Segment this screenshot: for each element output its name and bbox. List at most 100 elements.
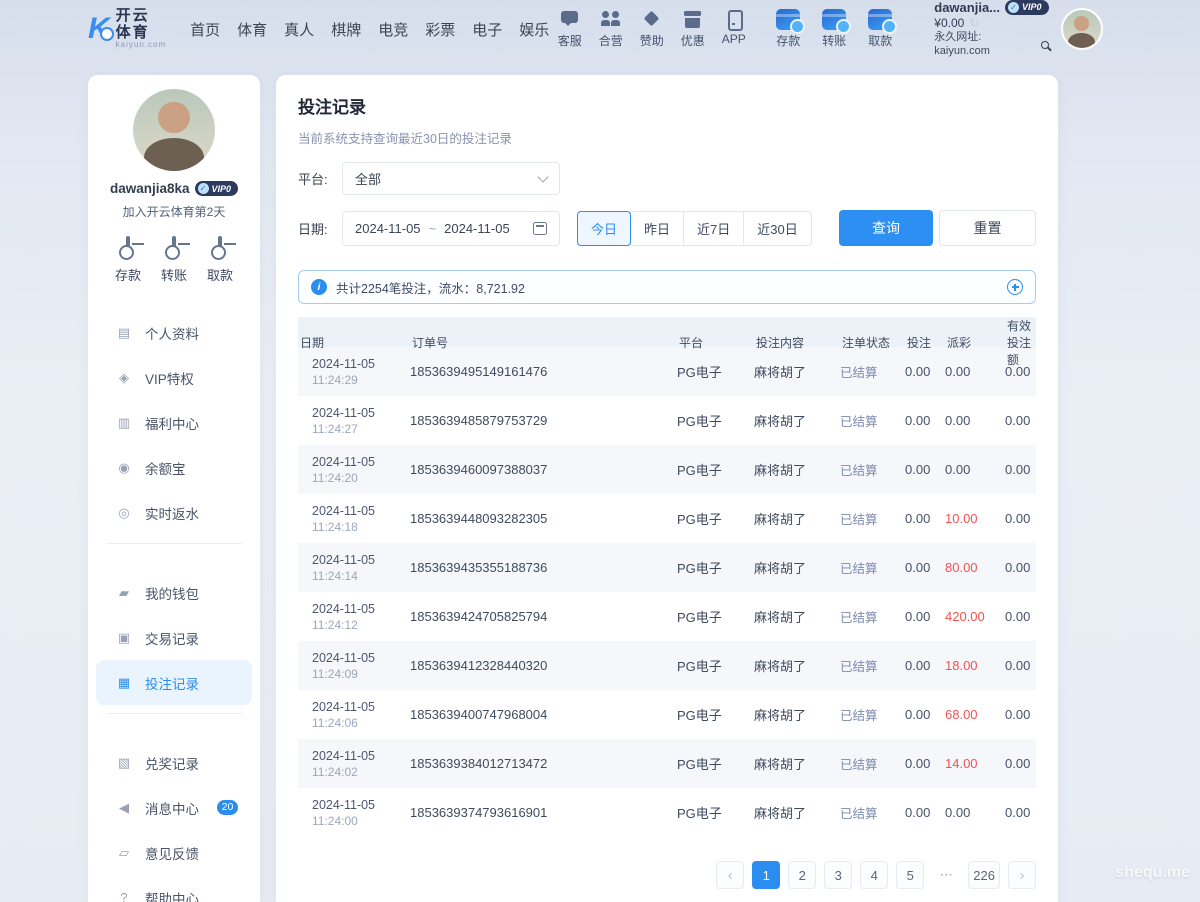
pagination-item[interactable]: 226 (968, 861, 1000, 889)
cell-bet-amount: 0.00 (905, 462, 945, 477)
wallet-links: 存款 转账 取款 (770, 9, 898, 49)
sidebar-menu-item[interactable]: ◀ 消息中心 20 (96, 785, 252, 830)
pagination-item[interactable]: 1 (752, 861, 780, 889)
search-button[interactable]: 查询 (839, 210, 933, 246)
cell-valid-amount: 0.00 (1005, 511, 1036, 526)
table-header-cell: 日期 (298, 334, 410, 351)
quick-link[interactable]: 客服 (551, 9, 588, 49)
table-row: 2024-11-05 11:24:14 1853639435355188736 … (298, 543, 1036, 592)
action-label: 存款 (115, 265, 141, 284)
cell-date: 2024-11-05 11:24:27 (298, 406, 410, 436)
date-range-input[interactable]: 2024-11-05 ~ 2024-11-05 (342, 211, 560, 246)
cell-bet-content: 麻将胡了 (754, 656, 840, 675)
sidebar-menu-item[interactable]: ▧ 兑奖记录 (96, 740, 252, 785)
table-row: 2024-11-05 11:24:18 1853639448093282305 … (298, 494, 1036, 543)
cell-valid-amount: 0.00 (1005, 805, 1036, 820)
cell-platform: PG电子 (677, 705, 754, 724)
info-icon (311, 279, 327, 295)
cell-status: 已结算 (840, 460, 905, 479)
wallet-link-label: 取款 (868, 32, 892, 49)
brand-logo[interactable]: K 开云体育 kaiyun.com (88, 8, 166, 50)
date-end: 2024-11-05 (444, 221, 510, 236)
pagination-item[interactable]: › (1008, 861, 1036, 889)
sidebar-menu-item[interactable]: ◉ 余额宝 (96, 445, 252, 490)
sidebar-menu-item[interactable]: ▰ 我的钱包 (96, 570, 252, 615)
cell-date: 2024-11-05 11:24:29 (298, 357, 410, 387)
welfare-center-icon: ▥ (114, 415, 134, 431)
quick-link[interactable]: 合营 (592, 9, 629, 49)
nav-item[interactable]: 娱乐 (517, 15, 551, 44)
top-navigation: K 开云体育 kaiyun.com 首页体育真人棋牌电竞彩票电子娱乐 客服 合营 (0, 0, 1200, 58)
quick-date-button[interactable]: 昨日 (630, 211, 684, 246)
user-info[interactable]: dawanjia... VIP0 ¥0.00 ↻ 永久网址: kaiyun.co… (934, 0, 1048, 58)
pagination-item[interactable]: ‹ (716, 861, 744, 889)
cell-platform: PG电子 (677, 362, 754, 381)
quick-date-button[interactable]: 今日 (577, 211, 631, 246)
reset-button[interactable]: 重置 (939, 210, 1036, 246)
nav-item[interactable]: 彩票 (423, 15, 457, 44)
cell-order-number: 1853639424705825794 (410, 609, 677, 624)
pagination-item[interactable]: 4 (860, 861, 888, 889)
expand-plus-icon[interactable] (1007, 279, 1023, 295)
menu-item-label: 我的钱包 (145, 583, 199, 603)
cell-payout: 0.00 (945, 413, 1005, 428)
cell-platform: PG电子 (677, 656, 754, 675)
wallet-link[interactable]: 取款 (862, 9, 898, 49)
profile-username: dawanjia8ka (110, 181, 190, 196)
pagination-item[interactable]: 3 (824, 861, 852, 889)
nav-item[interactable]: 首页 (188, 15, 222, 44)
magnifier-icon[interactable] (1041, 41, 1049, 49)
nav-item[interactable]: 体育 (235, 15, 269, 44)
wallet-link[interactable]: 存款 (770, 9, 806, 49)
deposit-card-icon (776, 9, 800, 30)
cell-bet-amount: 0.00 (905, 560, 945, 575)
nav-item[interactable]: 电子 (470, 15, 504, 44)
cell-bet-content: 麻将胡了 (754, 803, 840, 822)
cell-valid-amount: 0.00 (1005, 462, 1036, 477)
menu-item-label: 交易记录 (145, 628, 199, 648)
pagination-item[interactable]: ⋯ (932, 861, 960, 889)
nav-item[interactable]: 电竞 (376, 15, 410, 44)
quick-date-button[interactable]: 近7日 (683, 211, 744, 246)
withdraw-icon (218, 236, 222, 257)
sidebar-menu-item[interactable]: ▥ 福利中心 (96, 400, 252, 445)
quick-date-button[interactable]: 近30日 (743, 211, 811, 246)
cell-order-number: 1853639412328440320 (410, 658, 677, 673)
cell-bet-content: 麻将胡了 (754, 754, 840, 773)
profile-quick-action[interactable]: 转账 (161, 238, 187, 284)
pagination-item[interactable]: 2 (788, 861, 816, 889)
sidebar-menu-item[interactable]: ? 帮助中心 (96, 875, 252, 902)
nav-item[interactable]: 真人 (282, 15, 316, 44)
sidebar-menu-item[interactable]: ▣ 交易记录 (96, 615, 252, 660)
profile-quick-action[interactable]: 取款 (207, 238, 233, 284)
profile-avatar[interactable] (133, 89, 215, 171)
cell-date: 2024-11-05 11:24:20 (298, 455, 410, 485)
nav-item[interactable]: 棋牌 (329, 15, 363, 44)
cell-payout: 0.00 (945, 805, 1005, 820)
cell-date: 2024-11-05 11:24:14 (298, 553, 410, 583)
table-row: 2024-11-05 11:24:06 1853639400747968004 … (298, 690, 1036, 739)
sidebar-menu-item[interactable]: ▦ 投注记录 (96, 660, 252, 705)
calendar-icon (533, 222, 547, 235)
sidebar-menu-item[interactable]: ◎ 实时返水 (96, 490, 252, 535)
profile-quick-action[interactable]: 存款 (115, 238, 141, 284)
pagination-item[interactable]: 5 (896, 861, 924, 889)
profile-card: dawanjia8ka VIP0 加入开云体育第2天 存款 转账 取款 (88, 89, 260, 284)
quick-link[interactable]: APP (715, 9, 752, 49)
user-avatar[interactable] (1061, 8, 1103, 50)
quick-link[interactable]: 优惠 (674, 9, 711, 49)
table-header-cell: 有效投注额 (1005, 317, 1036, 368)
sidebar-menu-item[interactable]: ▱ 意见反馈 (96, 830, 252, 875)
platform-select[interactable]: 全部 (342, 162, 560, 195)
table-header-cell: 派彩 (945, 334, 1005, 351)
brand-domain: kaiyun.com (116, 41, 166, 50)
sidebar-menu-item[interactable]: ▤ 个人资料 (96, 310, 252, 355)
help-center-icon: ? (114, 890, 134, 902)
quick-link[interactable]: 赞助 (633, 9, 670, 49)
yuebao-icon: ◉ (114, 460, 134, 476)
watermark: shequ.me (1115, 864, 1190, 882)
refresh-balance-icon[interactable]: ↻ (969, 16, 979, 31)
cell-platform: PG电子 (677, 607, 754, 626)
sidebar-menu-item[interactable]: ◈ VIP特权 (96, 355, 252, 400)
wallet-link[interactable]: 转账 (816, 9, 852, 49)
